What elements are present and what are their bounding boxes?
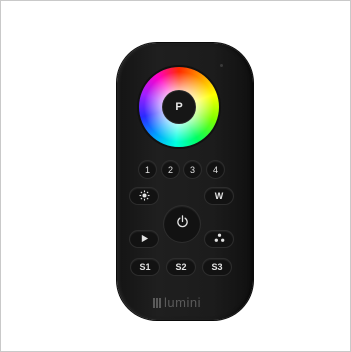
remote-control: P 1 2 3 4 W S1 S2 S3 lumini bbox=[117, 43, 253, 320]
brand-logo: lumini bbox=[153, 295, 201, 310]
power-icon bbox=[176, 215, 189, 233]
scene-button-s3[interactable]: S3 bbox=[203, 259, 231, 275]
number-key-1[interactable]: 1 bbox=[139, 161, 156, 178]
brightness-button[interactable] bbox=[130, 188, 158, 204]
number-key-2[interactable]: 2 bbox=[162, 161, 179, 178]
three-dots-icon bbox=[214, 233, 225, 245]
brand-mark-icon bbox=[153, 297, 161, 308]
power-button[interactable] bbox=[164, 206, 200, 242]
image-frame: P 1 2 3 4 W S1 S2 S3 lumini bbox=[0, 0, 351, 352]
indicator-led bbox=[220, 64, 223, 67]
mode-button[interactable] bbox=[205, 231, 233, 247]
brand-name: lumini bbox=[164, 295, 201, 310]
play-button[interactable] bbox=[130, 231, 158, 247]
p-button[interactable]: P bbox=[163, 91, 195, 123]
white-button[interactable]: W bbox=[205, 188, 233, 204]
scene-button-s1[interactable]: S1 bbox=[131, 259, 159, 275]
number-key-4[interactable]: 4 bbox=[207, 161, 224, 178]
color-wheel[interactable]: P bbox=[139, 67, 219, 147]
play-icon bbox=[140, 234, 149, 245]
number-key-3[interactable]: 3 bbox=[184, 161, 201, 178]
scene-button-s2[interactable]: S2 bbox=[167, 259, 195, 275]
sun-icon bbox=[138, 189, 150, 203]
